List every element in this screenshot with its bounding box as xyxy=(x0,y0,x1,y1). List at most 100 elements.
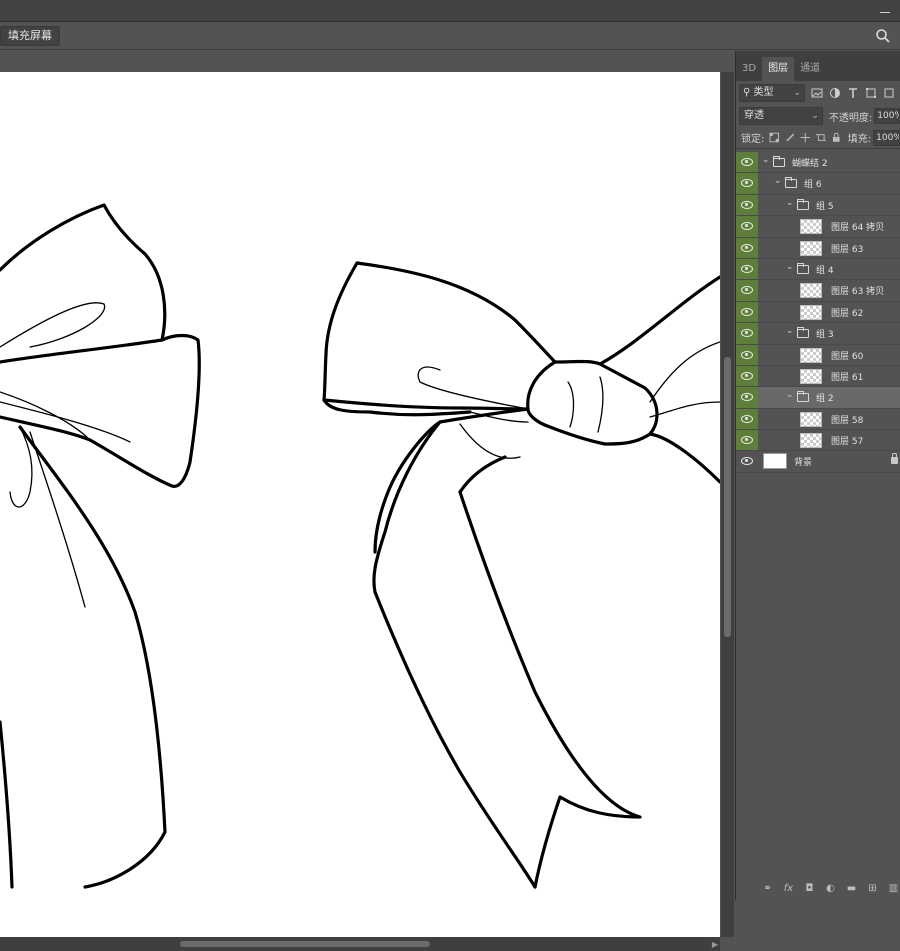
search-icon[interactable] xyxy=(874,27,892,45)
visibility-toggle[interactable] xyxy=(736,344,758,365)
layer-name: 图层 63 拷贝 xyxy=(831,287,885,298)
filter-kind-select[interactable]: ⚲ 类型 ⌄ xyxy=(739,84,805,102)
visibility-toggle[interactable] xyxy=(736,408,758,430)
visibility-toggle[interactable] xyxy=(736,258,758,280)
visibility-toggle[interactable] xyxy=(736,387,758,408)
layer-name: 图层 63 xyxy=(831,244,864,255)
visibility-toggle[interactable] xyxy=(736,173,758,194)
lock-label: 锁定: xyxy=(741,134,765,145)
layer-filter-row: ⚲ 类型 ⌄ xyxy=(736,81,900,105)
expand-chevron-icon[interactable]: ⌄ xyxy=(762,155,770,165)
layer-row[interactable]: 图层 63 拷贝 xyxy=(736,280,900,302)
visibility-toggle[interactable] xyxy=(736,451,758,471)
chevron-down-icon: ⌄ xyxy=(793,88,801,98)
search-small-icon: ⚲ xyxy=(743,87,754,98)
visibility-toggle[interactable] xyxy=(736,152,758,173)
layer-row-group-selected[interactable]: ⌄ 组 2 xyxy=(736,387,900,409)
minimize-icon[interactable] xyxy=(878,6,892,16)
visibility-toggle[interactable] xyxy=(736,301,758,323)
layer-row-background[interactable]: 背景 xyxy=(736,451,900,473)
eye-icon xyxy=(741,457,753,466)
visibility-toggle[interactable] xyxy=(736,365,758,387)
bow-artwork xyxy=(0,203,720,889)
horizontal-scroll-thumb[interactable] xyxy=(180,941,430,947)
layer-row-group[interactable]: ⌄ 组 4 xyxy=(736,258,900,281)
horizontal-scrollbar[interactable]: ▶ xyxy=(0,937,720,951)
lock-pixels-icon[interactable] xyxy=(785,132,795,143)
opacity-field[interactable]: 100% xyxy=(874,108,900,124)
layer-thumbnail xyxy=(800,347,822,363)
type-filter-icon[interactable] xyxy=(847,87,859,99)
expand-chevron-icon[interactable]: ⌄ xyxy=(786,262,794,272)
eye-icon xyxy=(741,222,753,231)
visibility-toggle[interactable] xyxy=(736,194,758,216)
vertical-scrollbar[interactable] xyxy=(721,72,734,937)
document-canvas[interactable] xyxy=(0,72,720,937)
tab-channels[interactable]: 通道 xyxy=(794,57,826,81)
lock-position-icon[interactable] xyxy=(800,132,811,143)
eye-icon xyxy=(741,414,753,423)
folder-icon xyxy=(797,262,809,274)
tab-3d[interactable]: 3D xyxy=(736,57,762,81)
pixel-filter-icon[interactable] xyxy=(811,87,823,99)
visibility-toggle[interactable] xyxy=(736,216,758,237)
layer-row[interactable]: 图层 64 拷贝 xyxy=(736,216,900,238)
layer-row[interactable]: 图层 58 xyxy=(736,408,900,431)
adjustment-layer-icon[interactable]: ◐ xyxy=(825,883,836,894)
layer-name: 组 4 xyxy=(816,265,834,276)
folder-icon xyxy=(797,391,809,403)
eye-icon xyxy=(741,329,753,338)
layer-row[interactable]: 图层 60 xyxy=(736,344,900,366)
expand-chevron-icon[interactable]: ⌄ xyxy=(774,176,782,186)
layer-thumbnail xyxy=(800,240,822,256)
layer-name: 图层 58 xyxy=(831,415,864,426)
eye-icon xyxy=(741,200,753,209)
layer-row-group[interactable]: ⌄ 组 5 xyxy=(736,194,900,217)
expand-chevron-icon[interactable]: ⌄ xyxy=(786,326,794,336)
layers-panel-footer: ⚭ fx ◘ ◐ ▬ ⊞ ▥ xyxy=(736,876,900,900)
lock-icon xyxy=(891,453,898,465)
vertical-scroll-thumb[interactable] xyxy=(724,357,731,637)
layer-name: 蝴蝶结 2 xyxy=(792,159,828,169)
blend-mode-select[interactable]: 穿透 ⌄ xyxy=(739,107,823,125)
visibility-toggle[interactable] xyxy=(736,280,758,301)
link-layers-icon[interactable]: ⚭ xyxy=(762,883,773,894)
visibility-toggle[interactable] xyxy=(736,237,758,258)
layer-row-group[interactable]: ⌄ 蝴蝶结 2 xyxy=(736,152,900,174)
visibility-toggle[interactable] xyxy=(736,430,758,451)
fx-icon[interactable]: fx xyxy=(783,883,794,894)
new-group-icon[interactable]: ▬ xyxy=(846,883,857,894)
layer-row-group[interactable]: ⌄ 组 6 xyxy=(736,173,900,195)
trash-icon[interactable]: ▥ xyxy=(888,883,899,894)
eye-icon xyxy=(741,264,753,273)
lock-transparency-icon[interactable] xyxy=(769,132,780,143)
fill-screen-button[interactable]: 填充屏幕 xyxy=(0,26,60,46)
lock-artboard-icon[interactable] xyxy=(815,132,827,143)
layer-thumbnail xyxy=(800,283,822,299)
layer-row[interactable]: 图层 61 xyxy=(736,365,900,388)
expand-chevron-icon[interactable]: ⌄ xyxy=(786,390,794,400)
blend-row: 穿透 ⌄ 不透明度: 100% xyxy=(736,105,900,127)
expand-chevron-icon[interactable]: ⌄ xyxy=(786,198,794,208)
tab-layers[interactable]: 图层 xyxy=(762,57,795,81)
new-layer-icon[interactable]: ⊞ xyxy=(867,883,878,894)
smart-object-filter-icon[interactable] xyxy=(883,87,895,99)
layer-row[interactable]: 图层 62 xyxy=(736,301,900,324)
add-mask-icon[interactable]: ◘ xyxy=(804,883,815,894)
eye-icon xyxy=(741,350,753,359)
layer-row[interactable]: 图层 63 xyxy=(736,237,900,259)
scroll-right-icon[interactable]: ▶ xyxy=(712,940,718,949)
layer-name: 组 2 xyxy=(816,394,834,405)
lock-all-icon[interactable] xyxy=(831,132,841,143)
eye-icon xyxy=(741,286,753,295)
folder-icon xyxy=(797,198,809,210)
visibility-toggle[interactable] xyxy=(736,323,758,344)
eye-icon xyxy=(741,243,753,252)
layer-row[interactable]: 图层 57 xyxy=(736,430,900,452)
layer-name: 背景 xyxy=(794,458,813,469)
layer-row-group[interactable]: ⌄ 组 3 xyxy=(736,323,900,345)
adjustment-filter-icon[interactable] xyxy=(829,87,841,99)
layers-panel: 3D 图层 通道 ⚲ 类型 ⌄ 穿透 ⌄ 不透明度: 100% 锁定: 填充: 10… xyxy=(735,51,900,900)
shape-filter-icon[interactable] xyxy=(865,87,877,99)
fill-field[interactable]: 100% xyxy=(873,129,900,146)
